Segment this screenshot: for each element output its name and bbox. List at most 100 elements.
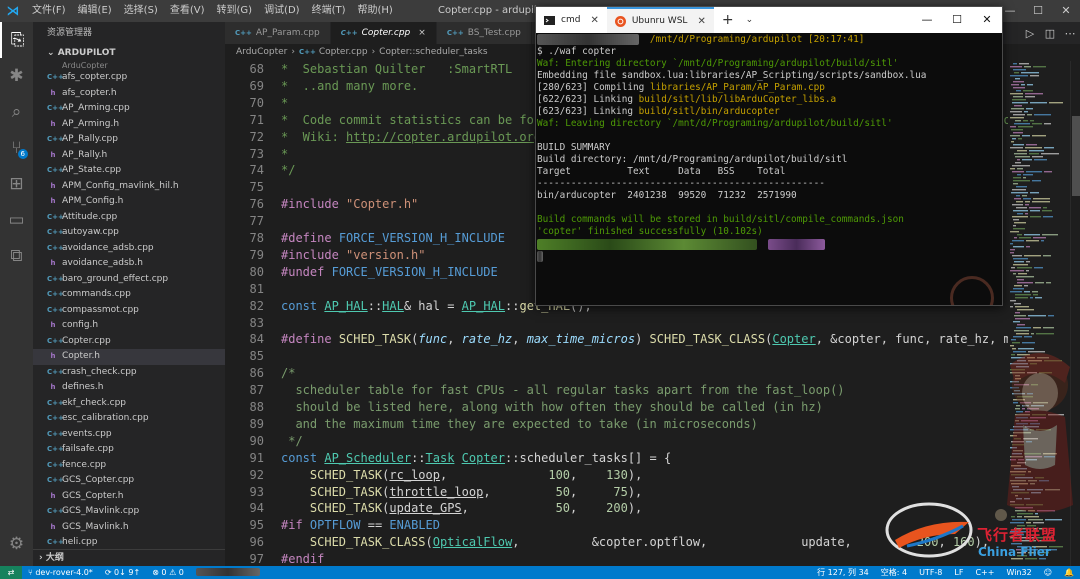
breadcrumb-symbol[interactable]: Copter::scheduler_tasks [379,47,487,57]
platform[interactable]: Win32 [1000,568,1037,577]
run-icon[interactable]: ▷ [1020,27,1040,40]
close-button[interactable]: ✕ [972,7,1002,33]
file-item[interactable]: h GCS_Copter.h [33,489,225,505]
git-sync-status[interactable]: ⟳ 0↓ 9↑ [99,568,146,577]
file-item[interactable]: C++ autoyaw.cpp [33,225,225,241]
file-item[interactable]: h GCS_Mavlink.h [33,520,225,536]
file-item[interactable]: C++ events.cpp [33,427,225,443]
tab-ap-param-cpp[interactable]: C++ AP_Param.cpp [225,22,331,44]
remote-indicator-icon[interactable]: ⇄ [0,566,22,579]
indentation[interactable]: 空格: 4 [875,567,913,578]
file-item[interactable]: h afs_copter.h [33,86,225,102]
file-item[interactable]: C++ Attitude.cpp [33,210,225,226]
file-item[interactable]: h config.h [33,318,225,334]
file-item[interactable]: C++ GCS_Mavlink.cpp [33,504,225,520]
menu-help[interactable]: 帮助(H) [352,0,399,22]
menu-debug[interactable]: 调试(D) [258,0,306,22]
menu-file[interactable]: 文件(F) [26,0,72,22]
folders-icon[interactable]: ▭ [0,202,33,238]
workspace-section-header[interactable]: ⌄ ARDUPILOT [33,44,225,62]
menu-edit[interactable]: 编辑(E) [72,0,118,22]
terminal-output[interactable]: xxxxxxxxxxxxxxxxxx /mnt/d/Programing/ard… [536,34,1002,305]
minimap-line [1016,195,1020,197]
file-item[interactable]: C++ fence.cpp [33,458,225,474]
close-button[interactable]: ✕ [1052,0,1080,22]
file-item[interactable]: C++ crash_check.cpp [33,365,225,381]
menu-terminal[interactable]: 终端(T) [306,0,352,22]
file-item[interactable]: h avoidance_adsb.h [33,256,225,272]
outline-section-header[interactable]: › 大纲 [33,549,225,566]
file-item[interactable]: C++ failsafe.cpp [33,442,225,458]
line-number: 72 [249,129,264,144]
minimap-line [1014,303,1021,305]
minimap-line [1013,81,1024,83]
maximize-button[interactable]: ☐ [1024,0,1052,22]
file-item[interactable]: h defines.h [33,380,225,396]
remote-explorer-icon[interactable]: ⧉ [0,238,33,274]
file-item[interactable]: C++ avoidance_adsb.cpp [33,241,225,257]
explorer-icon[interactable]: ⎘ [0,22,33,58]
file-item[interactable]: C++ afs_copter.cpp [33,70,225,86]
file-item[interactable]: C++ AP_Arming.cpp [33,101,225,117]
problems-status[interactable]: ⊗ 0 ⚠ 0 [146,568,190,577]
file-item[interactable]: h AP_Rally.h [33,148,225,164]
chevron-down-icon[interactable]: ⌄ [742,15,758,25]
file-item[interactable]: C++ AP_State.cpp [33,163,225,179]
file-item[interactable]: h APM_Config.h [33,194,225,210]
git-branch[interactable]: ⑂ dev-rover-4.0* [22,568,99,577]
extensions-icon[interactable]: ⊞ [0,166,33,202]
file-item[interactable]: C++ esc_calibration.cpp [33,411,225,427]
settings-gear-icon[interactable]: ⚙ [0,526,33,562]
close-tab-icon[interactable]: × [418,22,426,44]
new-tab-icon[interactable]: + [714,12,742,28]
line-number: 94 [249,501,264,516]
debug-icon[interactable]: ✱ [0,58,33,94]
file-item[interactable]: C++ compassmot.cpp [33,303,225,319]
file-item[interactable]: C++ GCS_Copter.cpp [33,473,225,489]
menu-selection[interactable]: 选择(S) [118,0,164,22]
minimap-line [1022,342,1035,344]
minimap-line [1025,204,1029,206]
build-step: [622/623] [537,94,588,105]
end-of-line[interactable]: LF [948,568,969,577]
file-item[interactable]: C++ Copter.cpp [33,334,225,350]
more-actions-icon[interactable]: ⋯ [1060,27,1080,40]
file-item[interactable]: C++ baro_ground_effect.cpp [33,272,225,288]
maximize-button[interactable]: ☐ [942,7,972,33]
file-item[interactable]: C++ commands.cpp [33,287,225,303]
breadcrumb-file[interactable]: Copter.cpp [319,47,368,57]
notifications-bell-icon[interactable]: 🔔 [1058,568,1080,577]
terminal-tab-cmd[interactable]: cmd ✕ [536,7,607,33]
feedback-icon[interactable]: ☺ [1038,568,1058,577]
tab-copter-cpp[interactable]: C++ Copter.cpp × [330,22,437,44]
minimize-button[interactable]: — [912,7,942,33]
folder-label-arducopter[interactable]: ArduCopter [33,62,225,70]
file-item[interactable]: h APM_Config_mavlink_hil.h [33,179,225,195]
file-item[interactable]: C++ AP_Rally.cpp [33,132,225,148]
line-number: 96 [249,535,264,550]
search-icon[interactable]: ⌕ [0,94,33,130]
source-control-icon[interactable]: ⑂ 6 [0,130,33,166]
file-label: config.h [62,320,99,330]
close-tab-icon[interactable]: ✕ [697,16,705,27]
terminal-tab-ubuntu[interactable]: Ubunru WSL ✕ [606,7,714,33]
file-item[interactable]: h AP_Arming.h [33,117,225,133]
breadcrumb-folder[interactable]: ArduCopter [236,47,287,57]
line-number: 90 [249,433,264,448]
cursor-position[interactable]: 行 127, 列 34 [811,567,875,578]
line-number: 91 [249,450,264,465]
explorer-sidebar: 资源管理器 ⌄ ARDUPILOT ArduCopter C++ afs_copt… [33,22,225,566]
cpp-file-icon: C++ [47,476,64,484]
menu-view[interactable]: 查看(V) [164,0,211,22]
close-tab-icon[interactable]: ✕ [590,15,598,26]
file-item[interactable]: h Copter.h [33,349,225,365]
scrollbar-thumb[interactable] [1072,116,1080,196]
code-line: #define SCHED_TASK(func, rate_hz, max_ti… [281,332,1021,347]
language-mode[interactable]: C++ [969,568,1000,577]
tab-bs-test-cpp[interactable]: C++ BS_Test.cpp [436,22,532,44]
split-editor-icon[interactable]: ◫ [1040,27,1060,40]
file-item[interactable]: C++ ekf_check.cpp [33,396,225,412]
file-encoding[interactable]: UTF-8 [913,568,948,577]
line-number: 89 [249,416,264,431]
menu-goto[interactable]: 转到(G) [211,0,259,22]
